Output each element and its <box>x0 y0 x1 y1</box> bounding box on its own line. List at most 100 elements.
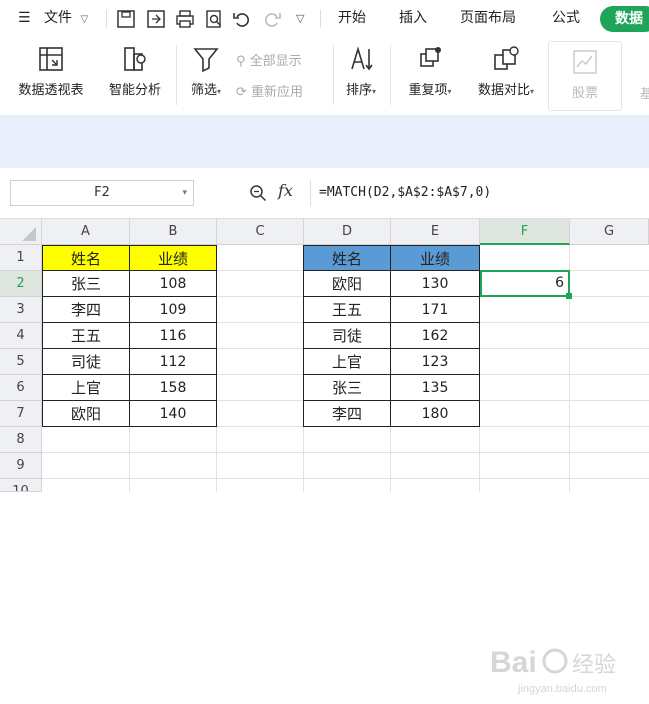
row-header-7[interactable]: 7 <box>0 401 42 427</box>
table1-cell-a2[interactable]: 张三 <box>42 270 130 297</box>
row-header-10[interactable]: 10 <box>0 479 42 492</box>
svg-text:Bai: Bai <box>490 646 537 679</box>
funnel-icon <box>193 48 219 73</box>
spreadsheet-grid: A B C D E F G 1 2 3 4 5 6 7 8 9 10 姓名 业绩… <box>0 219 649 695</box>
data-compare-label: 数据对比 <box>477 83 530 98</box>
smart-analysis-label: 智能分析 <box>108 83 161 98</box>
table1-cell-a5[interactable]: 司徒 <box>42 348 130 375</box>
table1-cell-a7[interactable]: 欧阳 <box>42 400 130 427</box>
save-icon[interactable] <box>116 9 136 29</box>
more-chevron-icon[interactable]: ▽ <box>296 0 304 37</box>
table1-header-score[interactable]: 业绩 <box>129 245 217 271</box>
col-header-b[interactable]: B <box>130 219 217 245</box>
divider <box>333 45 334 105</box>
formula-input[interactable]: =MATCH(D2,$A$2:$A$7,0) <box>319 180 649 206</box>
redo-icon[interactable] <box>262 9 282 29</box>
stock-button: 股票 <box>548 41 622 111</box>
col-header-g[interactable]: G <box>570 219 649 245</box>
sort-button[interactable]: 排序▾ <box>338 45 384 98</box>
col-header-e[interactable]: E <box>391 219 480 245</box>
chevron-down-icon: ▾ <box>217 87 222 96</box>
menu-bar: ☰ 文件 ▽ ▽ 开始 插入 页面布局 公式 数据 <box>0 0 649 37</box>
filter-label-wrap: 筛选▾ <box>183 79 229 98</box>
col-header-d[interactable]: D <box>304 219 391 245</box>
export-icon[interactable] <box>146 9 166 29</box>
table2-header-name[interactable]: 姓名 <box>303 245 391 271</box>
pivot-table-button[interactable]: 数据透视表 <box>10 45 92 98</box>
corner-triangle-icon <box>22 227 36 241</box>
filter-button[interactable]: 筛选▾ <box>183 45 229 98</box>
table2-cell-e4[interactable]: 162 <box>390 322 480 349</box>
svg-text:jingyan.baidu.com: jingyan.baidu.com <box>517 683 607 695</box>
pivot-table-icon <box>39 47 63 71</box>
row-header-3[interactable]: 3 <box>0 297 42 323</box>
tab-formulas[interactable]: 公式 <box>552 0 580 37</box>
table2-cell-d4[interactable]: 司徒 <box>303 322 391 349</box>
table1-cell-a6[interactable]: 上官 <box>42 374 130 401</box>
table1-header-name[interactable]: 姓名 <box>42 245 130 271</box>
table2-header-score[interactable]: 业绩 <box>390 245 480 271</box>
select-all-corner[interactable] <box>0 219 42 245</box>
file-menu[interactable]: 文件 ▽ <box>44 0 88 37</box>
table2-cell-e2[interactable]: 130 <box>390 270 480 297</box>
tab-page-layout[interactable]: 页面布局 <box>460 0 516 37</box>
table1-cell-b5[interactable]: 112 <box>129 348 217 375</box>
table2-cell-d5[interactable]: 上官 <box>303 348 391 375</box>
svg-text:经验: 经验 <box>572 652 616 677</box>
table2-cell-e3[interactable]: 171 <box>390 296 480 323</box>
smart-analysis-icon <box>124 47 146 71</box>
duplicates-button[interactable]: 重复项▾ <box>400 45 460 98</box>
hamburger-icon[interactable]: ☰ <box>18 0 31 37</box>
smart-analysis-button[interactable]: 智能分析 <box>100 45 170 98</box>
tab-insert[interactable]: 插入 <box>399 0 427 37</box>
tab-data[interactable]: 数据 <box>600 6 649 32</box>
function-icon[interactable]: fx <box>278 181 293 200</box>
refresh-icon: ⟳ <box>236 85 247 100</box>
table2-cell-e7[interactable]: 180 <box>390 400 480 427</box>
row-header-9[interactable]: 9 <box>0 453 42 479</box>
chevron-down-icon: ▾ <box>372 87 377 96</box>
table1-cell-a3[interactable]: 李四 <box>42 296 130 323</box>
row-header-2[interactable]: 2 <box>0 271 42 297</box>
data-compare-button[interactable]: 数据对比▾ <box>470 45 542 98</box>
table2-cell-d6[interactable]: 张三 <box>303 374 391 401</box>
stock-label: 股票 <box>571 86 598 101</box>
table2-cell-d7[interactable]: 李四 <box>303 400 391 427</box>
zoom-search-icon[interactable] <box>249 184 267 202</box>
row-header-6[interactable]: 6 <box>0 375 42 401</box>
ribbon-gap <box>0 115 649 168</box>
duplicates-icon <box>420 47 441 67</box>
table2-cell-e5[interactable]: 123 <box>390 348 480 375</box>
row-header-4[interactable]: 4 <box>0 323 42 349</box>
table1-cell-b3[interactable]: 109 <box>129 296 217 323</box>
selected-cell-f2[interactable]: 6 <box>480 270 570 297</box>
col-header-a[interactable]: A <box>42 219 130 245</box>
table1-cell-b2[interactable]: 108 <box>129 270 217 297</box>
print-icon[interactable] <box>175 9 195 29</box>
print-preview-icon[interactable] <box>204 9 224 29</box>
col-header-f[interactable]: F <box>480 219 570 245</box>
chevron-down-icon: ▾ <box>182 188 187 198</box>
row-header-5[interactable]: 5 <box>0 349 42 375</box>
table2-cell-e6[interactable]: 135 <box>390 374 480 401</box>
table1-cell-b6[interactable]: 158 <box>129 374 217 401</box>
duplicates-label-wrap: 重复项▾ <box>400 79 460 98</box>
data-compare-label-wrap: 数据对比▾ <box>470 79 542 98</box>
col-header-c[interactable]: C <box>217 219 304 245</box>
fill-handle[interactable] <box>566 293 572 299</box>
divider <box>106 10 107 28</box>
tab-home[interactable]: 开始 <box>338 0 366 37</box>
data-compare-icon <box>494 46 519 70</box>
table1-cell-b4[interactable]: 116 <box>129 322 217 349</box>
divider <box>390 45 391 105</box>
row-header-1[interactable]: 1 <box>0 245 42 271</box>
row-header-8[interactable]: 8 <box>0 427 42 453</box>
name-box[interactable]: F2 ▾ <box>10 180 194 206</box>
table2-cell-d3[interactable]: 王五 <box>303 296 391 323</box>
table1-cell-a4[interactable]: 王五 <box>42 322 130 349</box>
table1-cell-b7[interactable]: 140 <box>129 400 217 427</box>
show-all-button: ⚲ 全部显示 <box>236 50 302 69</box>
undo-icon[interactable] <box>232 9 252 29</box>
stock-chart-icon <box>573 50 597 74</box>
table2-cell-d2[interactable]: 欧阳 <box>303 270 391 297</box>
